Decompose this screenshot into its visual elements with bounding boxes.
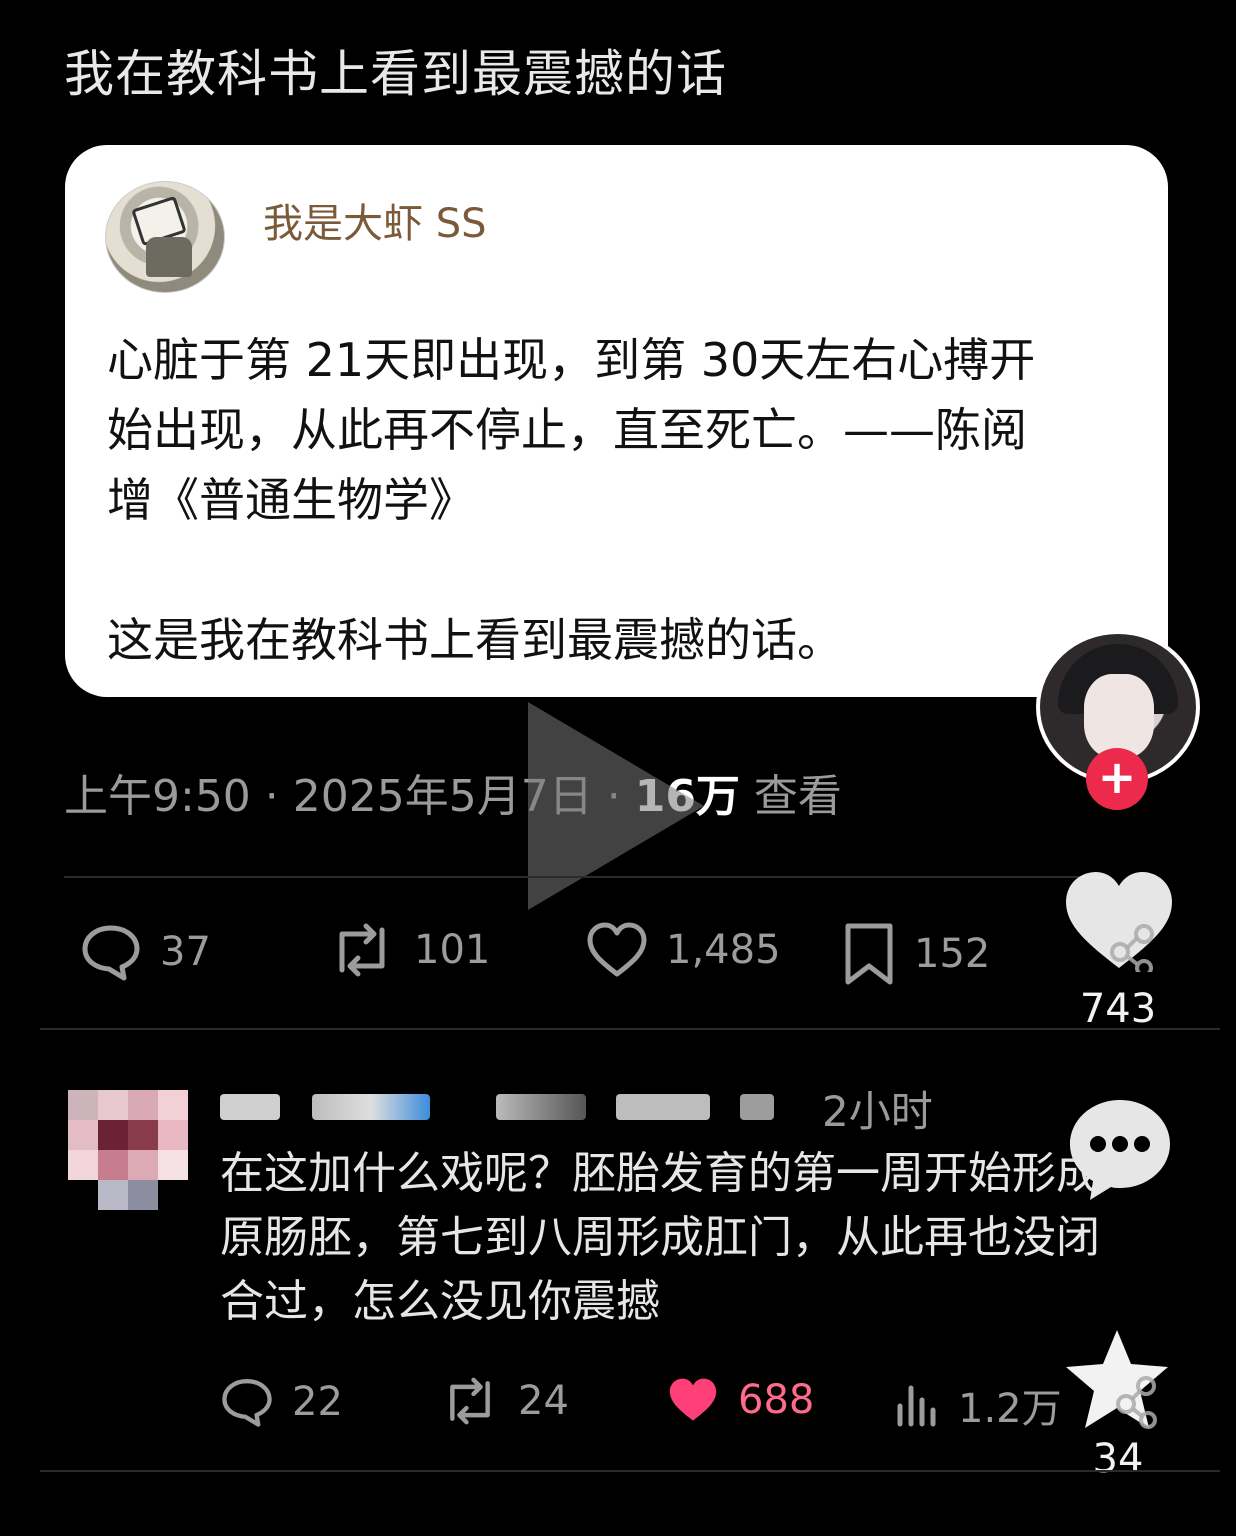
bookmark-button[interactable]: 152 — [842, 922, 990, 986]
author-avatar[interactable] — [105, 181, 225, 293]
repost-icon — [339, 923, 385, 977]
heart-filled-icon — [669, 1378, 717, 1421]
post-text-line: 这是我在教科书上看到最震撼的话。 — [107, 613, 843, 667]
blurred-name-block — [740, 1094, 774, 1120]
bookmark-icon — [845, 923, 893, 985]
star-count-side: 34 — [1092, 1436, 1144, 1482]
comment-views-button[interactable]: 1.2万 — [894, 1376, 1062, 1434]
divider — [64, 876, 1104, 878]
reply-count: 37 — [160, 929, 211, 975]
blurred-name-block — [312, 1094, 430, 1120]
avatar-face — [1084, 674, 1154, 758]
comment-icon — [82, 925, 140, 981]
page-title: 我在教科书上看到最震撼的话 — [64, 45, 727, 103]
commenter-avatar[interactable] — [68, 1090, 190, 1210]
like-button[interactable]: 1,485 — [586, 922, 781, 978]
heart-icon — [587, 922, 647, 977]
comment-views-count: 1.2万 — [958, 1386, 1062, 1432]
post-action-bar: 37 101 1,485 152 — [0, 922, 1236, 992]
comment-text-line: 在这加什么戏呢？胚胎发育的第一周开始形成 — [220, 1148, 1100, 1199]
quoted-post-card[interactable]: 我是大虾 SS 心脏于第 21天即出现，到第 30天左右心搏开 始出现，从此再不… — [65, 145, 1168, 697]
follow-plus-button[interactable]: + — [1086, 748, 1148, 810]
play-icon[interactable] — [528, 702, 704, 910]
post-text: 心脏于第 21天即出现，到第 30天左右心搏开 始出现，从此再不停止，直至死亡。… — [107, 325, 1127, 675]
like-heart-icon[interactable] — [1062, 868, 1176, 972]
post-text-line: 增《普通生物学》 — [107, 473, 475, 527]
reply-button[interactable]: 37 — [80, 922, 211, 982]
repost-count: 101 — [414, 927, 491, 973]
views-label: 查看 — [739, 771, 842, 822]
comment-reply-button[interactable]: 22 — [220, 1376, 343, 1428]
like-count: 1,485 — [666, 927, 781, 973]
comment-like-count: 688 — [738, 1377, 815, 1423]
avatar-sketch-figure — [146, 237, 192, 277]
comment-icon — [222, 1379, 272, 1427]
post-text-line: 心脏于第 21天即出现，到第 30天左右心搏开 — [107, 333, 1036, 387]
comment-like-button[interactable]: 688 — [666, 1376, 814, 1424]
comment-timestamp: 2小时 — [822, 1087, 933, 1136]
blurred-name-block — [220, 1094, 280, 1120]
divider — [40, 1470, 1220, 1472]
comment-text: 在这加什么戏呢？胚胎发育的第一周开始形成 原肠胚，第七到八周形成肛门，从此再也没… — [220, 1142, 1180, 1334]
post-text-line: 始出现，从此再不停止，直至死亡。——陈阅 — [107, 403, 1027, 457]
post-meta: 上午9:50 · 2025年5月7日 · 16万 查看 — [64, 760, 842, 824]
repost-icon — [450, 1377, 490, 1425]
comment-reply-count: 22 — [292, 1379, 343, 1425]
comment-text-line: 合过，怎么没见你震撼 — [220, 1276, 660, 1327]
blurred-name-block — [496, 1094, 586, 1120]
comment-repost-button[interactable]: 24 — [440, 1376, 569, 1426]
comment-action-bar: 22 24 688 1.2万 — [0, 1376, 1236, 1436]
comment-text-line: 原肠胚，第七到八周形成肛门，从此再也没闭 — [220, 1212, 1100, 1263]
blurred-name-block — [616, 1094, 710, 1120]
author-username[interactable]: 我是大虾 SS — [263, 191, 487, 249]
divider — [40, 1028, 1220, 1030]
repost-button[interactable]: 101 — [328, 922, 490, 978]
analytics-bars-icon — [897, 1385, 936, 1427]
bookmark-count: 152 — [914, 931, 991, 977]
like-count-side: 743 — [1079, 986, 1157, 1032]
commenter-name-blurred[interactable] — [220, 1080, 820, 1126]
comment-repost-count: 24 — [518, 1378, 569, 1424]
